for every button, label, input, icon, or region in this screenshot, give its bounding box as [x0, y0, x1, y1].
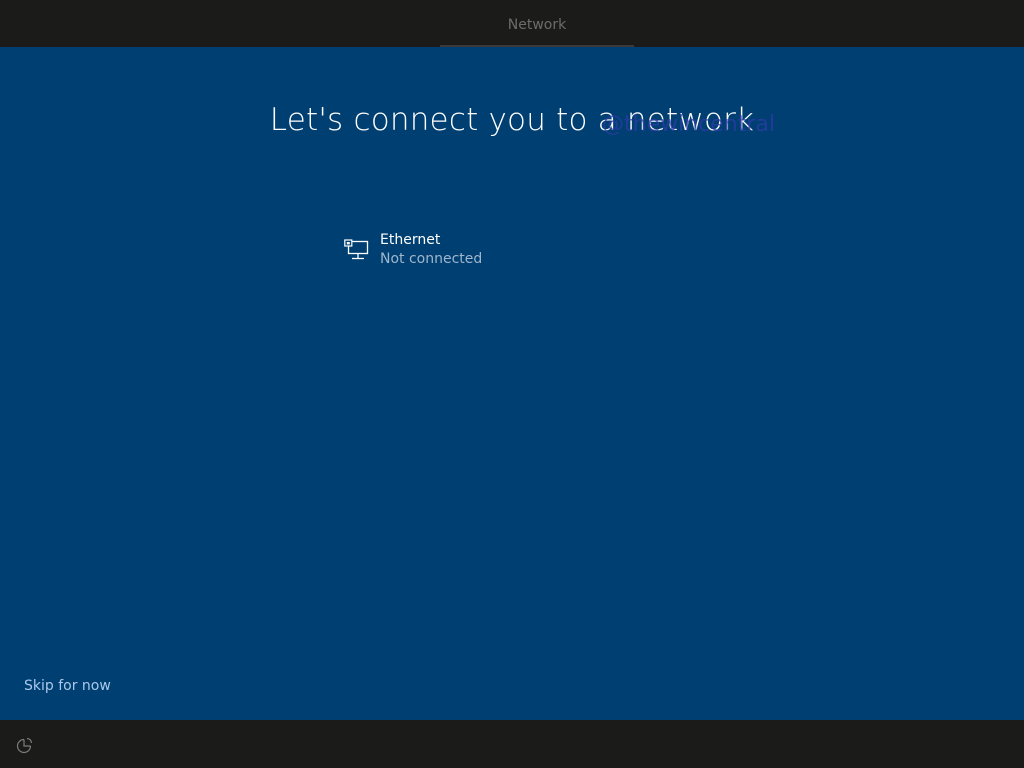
network-status: Not connected	[380, 251, 483, 267]
tab-network: Network	[507, 17, 567, 33]
network-name: Ethernet	[380, 232, 441, 248]
main-content: Let's connect you to a network @thewince…	[0, 47, 1024, 720]
network-item-ethernet[interactable]: Ethernet Not connected	[340, 229, 580, 271]
page-title: Let's connect you to a network	[269, 102, 755, 138]
top-bar: Network	[0, 0, 1024, 47]
skip-for-now-link[interactable]: Skip for now	[24, 678, 111, 694]
ethernet-icon	[344, 239, 370, 263]
watermark: @thewincentral	[602, 112, 775, 137]
bottom-bar	[0, 720, 1024, 768]
ease-of-access-icon[interactable]	[14, 736, 34, 756]
